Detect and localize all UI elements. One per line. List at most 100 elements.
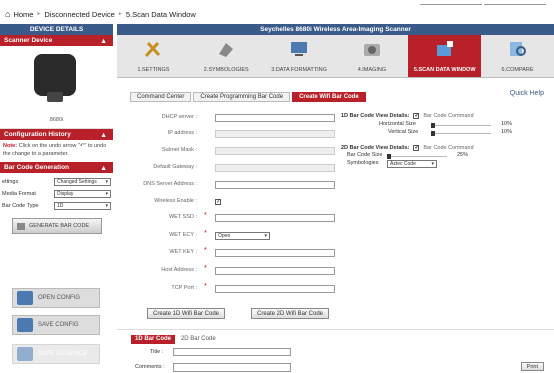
main-panel: Seychelles 8680i Wireless Area-Imaging S… [117,24,554,373]
dns-input[interactable] [215,181,335,189]
top-fields [420,0,546,5]
dns-label: DNS Server Address : [143,181,197,187]
tab-wifi-barcode[interactable]: Create Wifi Bar Code [292,92,366,102]
slider-knob[interactable] [387,154,391,159]
size-label: Bar Code Size [347,152,383,158]
top-field-1[interactable] [420,0,482,5]
settings-value: Changed Settings [57,179,97,185]
gateway-input[interactable] [215,164,335,172]
nav-imaging[interactable]: 4.IMAGING [335,35,408,77]
barcode-icon [17,222,25,230]
nav-data-formatting[interactable]: 3.DATA FORMATTING [263,35,336,77]
collapse-arrow-icon[interactable]: ▲ [100,163,107,174]
sym-label: Symbologies [347,160,379,166]
v-size-slider[interactable] [431,131,491,136]
dhcp-input[interactable] [215,114,335,122]
tools-icon [145,41,161,58]
host-row: Host Address : * [117,265,417,276]
settings-label: ettings [2,179,19,185]
ssid-row: WET SSD : * [117,212,417,223]
nav-label: 6.COMPARE [501,67,534,73]
ssid-input[interactable] [215,214,335,222]
barcode-gen-header[interactable]: Bar Code Generation ▲ [0,162,113,173]
device-save-icon [17,347,33,361]
breadcrumb-current: 5.Scan Data Window [125,9,196,19]
port-label: TCP Port : [171,285,197,291]
sym-value: Aztec Code [390,161,416,167]
breadcrumb-device[interactable]: Disconnected Device [44,10,114,19]
required-mark: * [204,283,207,290]
config-history-header[interactable]: Configuration History ▲ [0,129,113,140]
tab-programming-barcode[interactable]: Create Programming Bar Code [193,92,291,102]
ecy-select[interactable]: Open ▾ [215,232,270,240]
nav-compare[interactable]: 6.COMPARE [481,35,554,77]
view2d-row: 2D Bar Code View Details: ✓ Bar Code Comma… [341,145,541,151]
subnet-input[interactable] [215,147,335,155]
create-1d-button[interactable]: Create 1D Wifi Bar Code [147,308,226,319]
ip-input[interactable] [215,130,335,138]
nav-label: 2.SYMBOLOGIES [203,67,249,73]
tab-1d-barcode[interactable]: 1D Bar Code [131,335,176,344]
v-size-row: Vertical Size 10% [341,129,541,137]
wireless-checkbox[interactable]: ✓ [215,199,221,205]
nav-symbologies[interactable]: 2.SYMBOLOGIES [190,35,263,77]
comments-label: Comments : [135,364,165,370]
media-row: Media Format Display ▾ [0,188,113,200]
key-input[interactable] [215,249,335,257]
chevron-down-icon: ▾ [105,203,108,209]
media-select[interactable]: Display ▾ [54,190,111,198]
note-text: Click on the undo arrow "↶" to undo the … [3,143,107,157]
tab-command-center[interactable]: Command Center [130,92,192,102]
type-value: 1D [57,203,64,209]
page-title: Seychelles 8680i Wireless Area-Imaging S… [117,24,554,35]
sym-row: Symbologies Aztec Code ▾ [341,160,541,169]
view1d-row: 1D Bar Code View Details: ✓ Bar Code Comma… [341,113,541,119]
output-panel: 1D Bar Code 2D Bar Code Title : Comments… [117,329,554,373]
folder-icon [17,291,33,305]
nav-settings[interactable]: 1.SETTINGS [117,35,190,77]
nav-label: 5.SCAN DATA WINDOW [413,67,476,73]
h-size-slider[interactable] [431,123,491,128]
top-field-2[interactable] [484,0,546,5]
scan-window-icon [436,41,453,56]
open-config-button[interactable]: OPEN CONFIG [12,288,100,308]
required-mark: * [204,265,207,272]
barcode-gen-label: Bar Code Generation [4,164,70,171]
collapse-arrow-icon[interactable]: ▲ [100,130,107,141]
home-icon[interactable]: ⌂ [5,9,10,19]
slider-knob[interactable] [431,131,435,136]
chevron-down-icon: ▾ [105,191,108,197]
size-row: Bar Code Size 25% [341,152,541,160]
ecy-label: WET ECY : [169,232,197,238]
title-label: Title : [150,349,164,355]
slider-knob[interactable] [431,123,435,128]
save-config-label: SAVE CONFIG [38,322,79,328]
nav-scan-data-window[interactable]: 5.SCAN DATA WINDOW [408,35,482,77]
save-config-button[interactable]: SAVE CONFIG [12,315,100,335]
tab-2d-barcode[interactable]: 2D Bar Code [177,335,220,344]
print-button[interactable]: Print [520,362,544,371]
view2d-checkbox[interactable]: ✓ [413,145,419,151]
quick-help-link[interactable]: Quick Help [510,90,544,97]
size-slider[interactable] [387,154,447,159]
save-device-label: SAVE TO DEVICE [38,351,88,357]
scanner-device-header[interactable]: Scanner Device ▲ [0,35,113,46]
open-config-label: OPEN CONFIG [38,295,81,301]
title-input[interactable] [173,348,291,356]
save-to-device-button[interactable]: SAVE TO DEVICE [12,344,100,364]
port-input[interactable] [215,285,335,293]
generate-barcode-button[interactable]: GENERATE BAR CODE [12,218,102,234]
comments-input[interactable] [173,363,291,372]
required-mark: * [204,247,207,254]
breadcrumb-sep: ► [117,11,123,17]
host-input[interactable] [215,267,335,275]
sym-select[interactable]: Aztec Code ▾ [387,160,437,168]
port-row: TCP Port : * [117,283,417,294]
view2d-cmd: Bar Code Command [423,145,474,151]
view1d-checkbox[interactable]: ✓ [413,113,419,119]
type-select[interactable]: 1D ▾ [54,202,111,210]
create-2d-button[interactable]: Create 2D Wifi Bar Code [251,308,330,319]
settings-select[interactable]: Changed Settings ▾ [54,178,111,186]
barcode-icon [219,43,234,57]
breadcrumb-home[interactable]: Home [13,10,33,19]
